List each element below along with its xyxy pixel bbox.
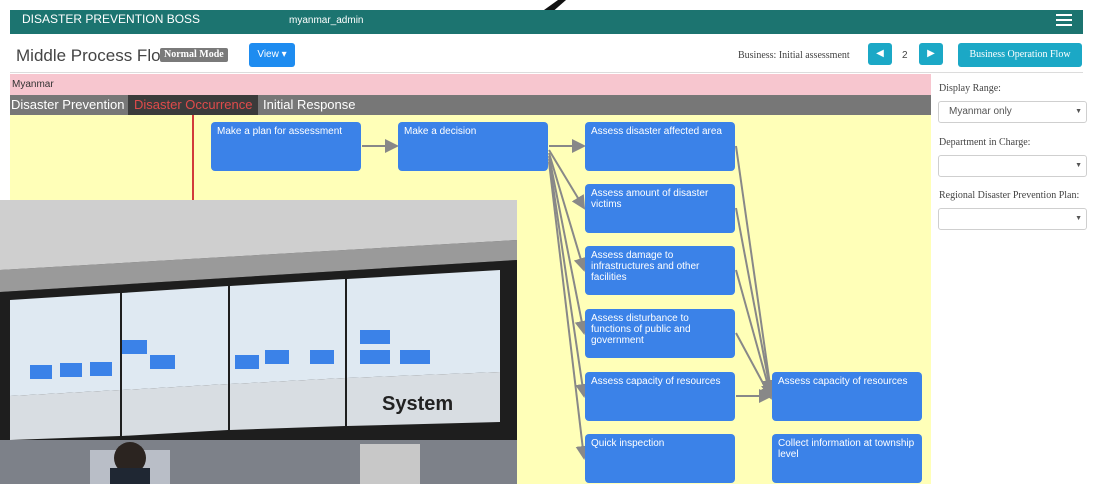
- user-menu[interactable]: myanmar_admin: [289, 15, 363, 26]
- page-number: 2: [902, 50, 908, 61]
- department-select[interactable]: ▼: [938, 155, 1087, 177]
- view-dropdown-button[interactable]: View ▾: [249, 43, 295, 67]
- photo-illustration: [0, 200, 517, 484]
- filter-panel: [931, 74, 1093, 484]
- phase-disaster-prevention[interactable]: Disaster Prevention: [10, 95, 124, 115]
- plan-select[interactable]: ▼: [938, 208, 1087, 230]
- hamburger-menu-icon[interactable]: [1056, 14, 1072, 28]
- display-range-select[interactable]: Myanmar only ▼: [938, 101, 1087, 123]
- business-label: Business: Initial assessment: [738, 50, 850, 61]
- display-range-label: Display Range:: [939, 83, 1001, 94]
- caret-down-icon: ▼: [1075, 215, 1082, 222]
- flow-node[interactable]: Assess disaster affected area: [585, 122, 735, 171]
- caret-down-icon: ▼: [1075, 162, 1082, 169]
- control-room-photo: [0, 200, 517, 484]
- mode-badge: Normal Mode: [160, 48, 228, 62]
- flow-node[interactable]: Assess capacity of resources: [585, 372, 735, 421]
- business-operation-flow-button[interactable]: Business Operation Flow: [958, 43, 1082, 67]
- phase-disaster-occurrence[interactable]: Disaster Occurrence: [128, 95, 259, 115]
- prev-page-button[interactable]: ◀: [868, 43, 892, 65]
- caret-down-icon: ▼: [1075, 108, 1082, 115]
- flow-node[interactable]: Quick inspection: [585, 434, 735, 483]
- department-label: Department in Charge:: [939, 137, 1031, 148]
- flow-node[interactable]: Assess capacity of resources: [772, 372, 922, 421]
- region-label: Myanmar: [12, 79, 54, 90]
- photo-caption: System: [382, 393, 454, 415]
- flow-node[interactable]: Make a plan for assessment: [211, 122, 361, 171]
- flow-node[interactable]: Assess amount of disaster victims: [585, 184, 735, 233]
- region-bar: [10, 74, 931, 95]
- display-range-value: Myanmar only: [949, 106, 1012, 117]
- app-title: DISASTER PREVENTION BOSS: [22, 12, 201, 26]
- flow-node[interactable]: Assess damage to infrastructures and oth…: [585, 246, 735, 295]
- page-title: Middle Process Flow: [16, 46, 173, 65]
- flow-node[interactable]: Make a decision: [398, 122, 548, 171]
- flow-node[interactable]: Collect information at township level: [772, 434, 922, 483]
- next-page-button[interactable]: ▶: [919, 43, 943, 65]
- flow-node[interactable]: Assess disturbance to functions of publi…: [585, 309, 735, 358]
- phase-divider-line: [192, 115, 194, 211]
- phase-initial-response[interactable]: Initial Response: [263, 95, 356, 115]
- plan-label: Regional Disaster Prevention Plan:: [939, 190, 1080, 201]
